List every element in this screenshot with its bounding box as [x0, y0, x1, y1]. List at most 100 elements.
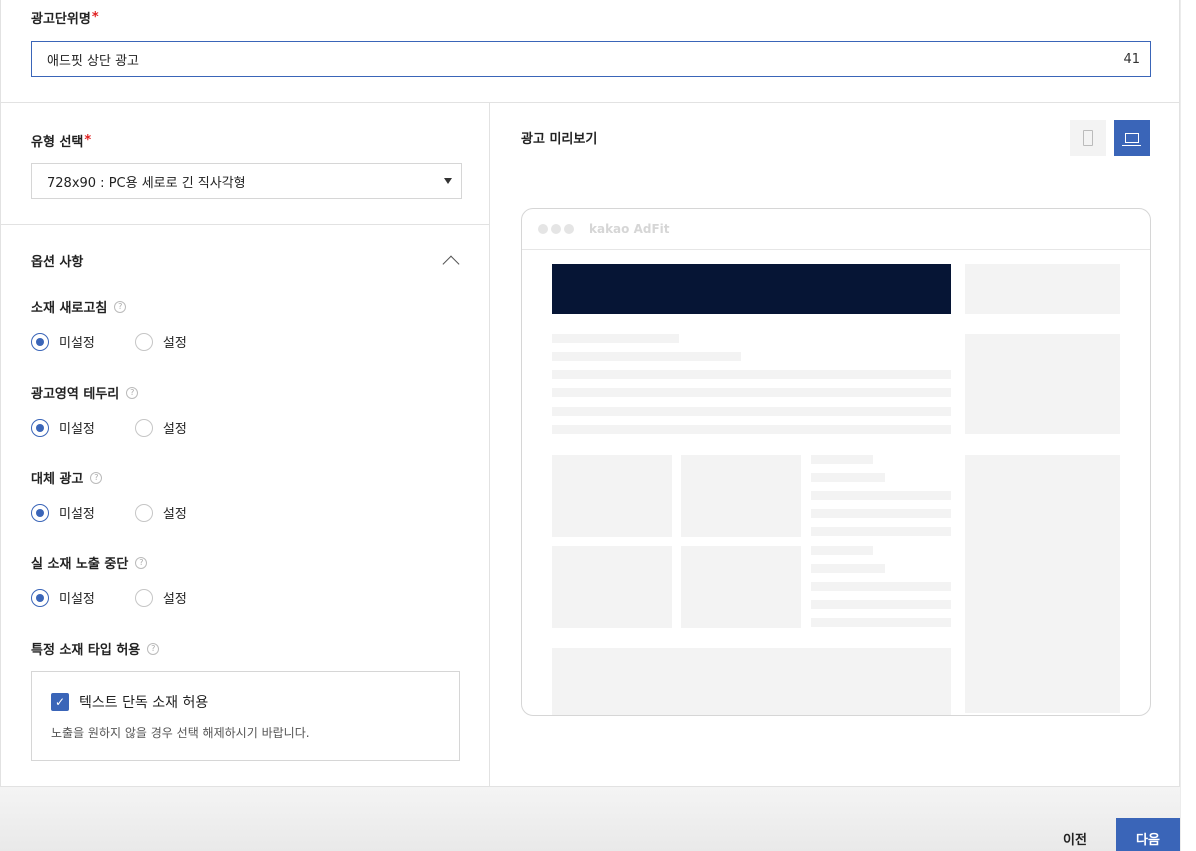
settings-column: 유형 선택 * 728x90 : PC용 세로로 긴 직사각형 옵션 사항 소재 … [1, 103, 490, 787]
checkbox-checked-icon[interactable]: ✓ [51, 693, 69, 711]
window-dot-icon [564, 224, 574, 234]
radio-option-unset[interactable]: 미설정 [31, 503, 95, 522]
radio-option-unset[interactable]: 미설정 [31, 588, 95, 607]
option-label: 소재 새로고침? [31, 297, 461, 316]
required-mark: * [91, 10, 99, 25]
radio-label: 미설정 [59, 422, 95, 437]
browser-bar: kakao AdFit [522, 209, 1150, 250]
chevron-up-icon[interactable] [442, 255, 460, 272]
brand-logo: kakao AdFit [589, 222, 670, 236]
text-only-allow-box: ✓ 텍스트 단독 소재 허용 노출을 원하지 않을 경우 선택 해제하시기 바랍… [31, 671, 460, 761]
skeleton-block [965, 455, 1120, 713]
radio-option-unset[interactable]: 미설정 [31, 418, 95, 437]
help-icon[interactable]: ? [126, 386, 139, 399]
required-mark: * [84, 133, 92, 148]
skeleton-block [965, 334, 1120, 434]
radio-button[interactable] [31, 588, 49, 607]
options-title: 옵션 사항 [31, 255, 84, 270]
skeleton-line [811, 618, 951, 627]
skeleton-line [811, 455, 873, 464]
next-button[interactable]: 다음 [1116, 818, 1180, 851]
help-icon[interactable]: ? [90, 471, 103, 484]
ad-unit-name-input[interactable]: 애드핏 상단 광고 41 [31, 41, 1151, 77]
preview-label: 광고 미리보기 [521, 132, 598, 147]
skeleton-line [552, 407, 951, 416]
radio-option-set[interactable]: 설정 [134, 332, 187, 351]
radio-option-set[interactable]: 설정 [134, 588, 187, 607]
ad-unit-form-panel: 광고단위명 * 애드핏 상단 광고 41 유형 선택 * 728x90 : PC용 … [0, 0, 1180, 787]
radio-group: 미설정 설정 [31, 418, 461, 437]
caret-down-icon [444, 178, 452, 184]
skeleton-line [552, 425, 951, 434]
radio-option-set[interactable]: 설정 [134, 418, 187, 437]
ad-unit-name-value[interactable]: 애드핏 상단 광고 [47, 50, 139, 69]
checkbox-description: 노출을 원하지 않을 경우 선택 해제하시기 바랍니다. [51, 726, 310, 740]
pc-preview-button[interactable] [1114, 120, 1150, 156]
skeleton-line [811, 527, 951, 536]
mobile-icon [1083, 130, 1093, 146]
skeleton-block [965, 264, 1120, 314]
option-label: 특정 소재 타입 허용? [31, 639, 461, 658]
text-only-checkbox-row[interactable]: ✓ 텍스트 단독 소재 허용 [51, 692, 440, 712]
type-select[interactable]: 728x90 : PC용 세로로 긴 직사각형 [31, 163, 462, 199]
device-toggle [1070, 120, 1150, 156]
radio-group: 미설정 설정 [31, 503, 461, 522]
radio-label: 미설정 [59, 336, 95, 351]
radio-group: 미설정 설정 [31, 332, 461, 351]
prev-button[interactable]: 이전 [1050, 818, 1100, 851]
skeleton-line [811, 564, 885, 573]
radio-label: 설정 [162, 336, 187, 351]
skeleton-line [811, 582, 951, 591]
radio-button[interactable] [134, 503, 153, 522]
radio-label: 미설정 [59, 507, 95, 522]
type-label: 유형 선택 * [31, 131, 91, 150]
scrollbar-track[interactable] [1180, 0, 1196, 851]
ad-unit-name-section: 광고단위명 * 애드핏 상단 광고 41 [1, 0, 1179, 103]
radio-option-set[interactable]: 설정 [134, 503, 187, 522]
skeleton-line [811, 491, 951, 500]
char-count: 41 [1123, 51, 1140, 67]
skeleton-line [811, 509, 951, 518]
help-icon[interactable]: ? [135, 556, 148, 569]
option-label: 대체 광고? [31, 468, 461, 487]
radio-button[interactable] [134, 332, 153, 351]
skeleton-block [681, 455, 801, 537]
radio-button[interactable] [31, 418, 49, 437]
mobile-preview-button[interactable] [1070, 120, 1106, 156]
option-label-text: 실 소재 노출 중단 [31, 557, 129, 572]
checkbox-label: 텍스트 단독 소재 허용 [79, 695, 209, 711]
option-stop-exposure: 실 소재 노출 중단? 미설정 설정 [31, 553, 461, 607]
option-refresh: 소재 새로고침? 미설정 설정 [31, 297, 461, 351]
options-header[interactable]: 옵션 사항 [31, 251, 461, 272]
skeleton-line [552, 352, 741, 361]
footer-bar [0, 787, 1180, 851]
radio-label: 설정 [162, 507, 187, 522]
radio-option-unset[interactable]: 미설정 [31, 332, 95, 351]
skeleton-line [811, 473, 885, 482]
skeleton-line [552, 388, 951, 397]
radio-group: 미설정 설정 [31, 588, 461, 607]
help-icon[interactable]: ? [147, 642, 160, 655]
ad-unit-name-label: 광고단위명 * [31, 8, 99, 27]
radio-button[interactable] [134, 588, 153, 607]
ad-unit-name-label-text: 광고단위명 [31, 12, 91, 27]
option-fallback-ad: 대체 광고? 미설정 설정 [31, 468, 461, 522]
option-label-text: 소재 새로고침 [31, 301, 108, 316]
type-select-value: 728x90 : PC용 세로로 긴 직사각형 [47, 175, 246, 191]
radio-button[interactable] [134, 418, 153, 437]
ad-preview-browser: kakao AdFit [521, 208, 1151, 716]
option-special-type: 특정 소재 타입 허용? [31, 639, 461, 658]
help-icon[interactable]: ? [114, 300, 127, 313]
skeleton-line [811, 600, 951, 609]
skeleton-line [552, 370, 951, 379]
type-section: 유형 선택 * 728x90 : PC용 세로로 긴 직사각형 [1, 103, 489, 225]
option-label-text: 대체 광고 [31, 472, 84, 487]
skeleton-line [811, 546, 873, 555]
radio-label: 설정 [162, 422, 187, 437]
skeleton-block [681, 546, 801, 628]
radio-button[interactable] [31, 503, 49, 522]
radio-button[interactable] [31, 332, 49, 351]
window-dot-icon [538, 224, 548, 234]
option-border: 광고영역 테두리? 미설정 설정 [31, 383, 461, 437]
laptop-icon [1122, 133, 1141, 146]
